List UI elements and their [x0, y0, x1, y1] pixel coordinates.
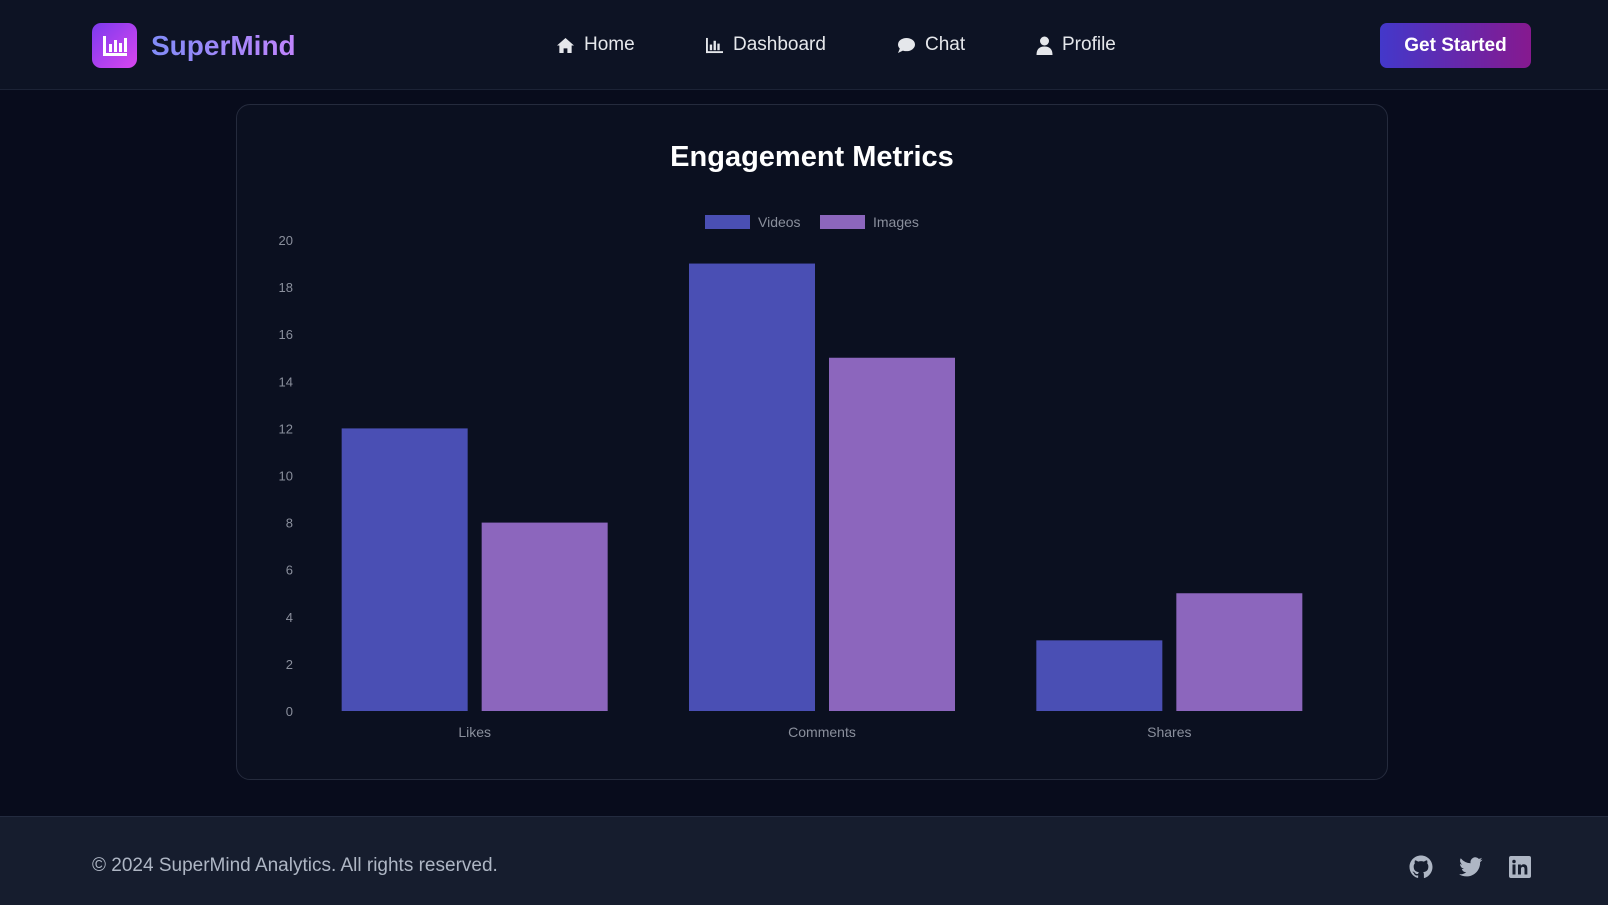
bar-videos-likes — [341, 428, 468, 711]
y-tick-label: 2 — [286, 657, 293, 672]
y-tick-label: 8 — [286, 516, 293, 531]
brand-name: SuperMind — [151, 29, 296, 61]
bar-images-likes — [481, 522, 608, 711]
x-tick-label: Comments — [788, 724, 856, 740]
brand-logo[interactable]: SuperMind — [92, 23, 296, 68]
y-tick-label: 6 — [286, 563, 293, 578]
nav-item-chat[interactable]: Chat — [897, 30, 965, 60]
y-tick-label: 14 — [279, 374, 293, 389]
legend-swatch-videos — [705, 215, 750, 229]
nav-label: Dashboard — [733, 34, 826, 55]
bar-videos-comments — [689, 263, 815, 711]
nav-label: Chat — [925, 34, 966, 55]
y-tick-label: 18 — [279, 280, 293, 295]
y-tick-label: 20 — [279, 233, 293, 248]
bar-videos-shares — [1036, 640, 1163, 711]
chat-bubble-icon — [898, 37, 915, 53]
copyright-text: © 2024 SuperMind Analytics. All rights r… — [92, 855, 498, 876]
nav-label: Home — [584, 34, 635, 55]
bar-images-shares — [1176, 593, 1303, 711]
linkedin-icon[interactable] — [1508, 855, 1532, 879]
nav-item-dashboard[interactable]: Dashboard — [705, 30, 826, 60]
footer: © 2024 SuperMind Analytics. All rights r… — [0, 816, 1608, 905]
chart-card: Engagement Metrics 0 2 4 6 8 10 12 14 16 18 20 Like… — [236, 104, 1388, 780]
x-tick-label: Likes — [458, 724, 491, 740]
twitter-icon[interactable] — [1459, 855, 1483, 879]
chart-icon — [706, 37, 723, 53]
y-tick-label: 10 — [279, 469, 293, 484]
bar-images-comments — [829, 357, 955, 711]
get-started-button[interactable]: Get Started — [1380, 23, 1531, 68]
bar-chart-icon — [92, 23, 137, 68]
y-tick-label: 4 — [286, 610, 293, 625]
legend-swatch-images — [820, 215, 865, 229]
legend-label: Images — [873, 214, 919, 230]
y-tick-label: 16 — [279, 327, 293, 342]
bar-chart: 0 2 4 6 8 10 12 14 16 18 20 Likes Comments Shares Vide… — [279, 214, 1303, 740]
home-icon — [557, 37, 574, 53]
nav-item-home[interactable]: Home — [556, 30, 635, 60]
top-navbar: SuperMind Home Dashboard Chat Profile Ge… — [0, 0, 1608, 90]
nav-item-profile[interactable]: Profile — [1036, 30, 1116, 60]
x-tick-label: Shares — [1147, 724, 1191, 740]
user-icon — [1036, 36, 1053, 55]
y-tick-label: 12 — [279, 421, 293, 436]
github-icon[interactable] — [1409, 855, 1433, 879]
y-tick-label: 0 — [286, 704, 293, 719]
nav-label: Profile — [1062, 34, 1116, 55]
legend-label: Videos — [758, 214, 801, 230]
